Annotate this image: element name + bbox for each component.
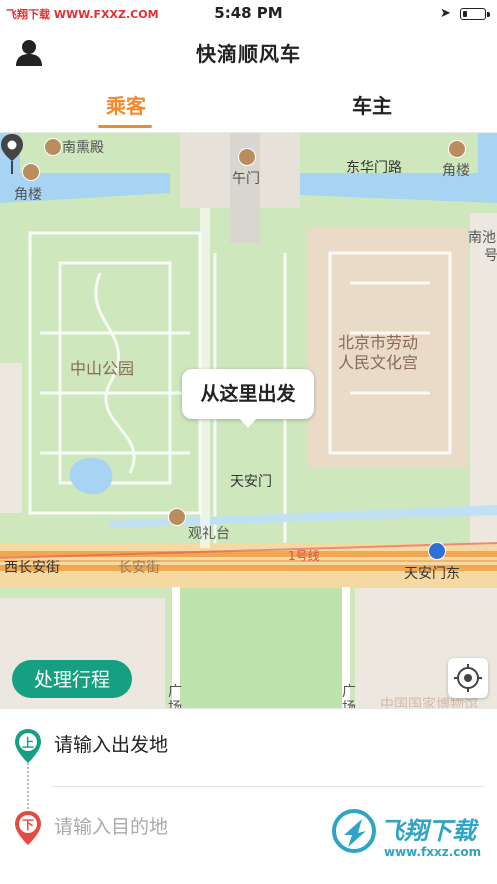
map-label-nanxundian: 南熏殿 (62, 140, 104, 156)
brand-watermark: 飞翔下载 www.fxxz.com (332, 805, 492, 873)
start-row: 上 (0, 713, 497, 775)
tab-passenger[interactable]: 乘客 (66, 90, 186, 119)
start-location-input[interactable] (52, 729, 436, 761)
page-title: 快滴顺风车 (196, 42, 301, 66)
process-trip-button[interactable]: 处理行程 (12, 660, 132, 698)
brand-name: 飞翔下载 (380, 817, 476, 845)
map-label-zhongshan-park: 中山公园 (70, 359, 135, 378)
status-bar: 飞翔下载 WWW.FXXZ.COM 5:48 PM ➤ (0, 0, 497, 28)
map-label-labor-palace-2: 人民文化宫 (338, 353, 419, 372)
trip-panel: 上 下 飞翔下载 www.fxxz.com (0, 708, 497, 884)
map-label-donghuamen-road: 东华门路 (346, 160, 402, 176)
nav-bar: 快滴顺风车 (0, 28, 497, 76)
locate-me-button[interactable] (448, 658, 488, 698)
start-marker-icon: 上 (15, 729, 41, 763)
landmark-icon (448, 140, 466, 158)
destination-marker-icon: 下 (15, 811, 41, 845)
map-label-wumen: 午门 (232, 171, 260, 187)
tab-driver[interactable]: 车主 (312, 90, 432, 119)
dest-badge-text: 下 (22, 818, 34, 832)
map-label-tiananmen-east: 天安门东 (404, 566, 460, 582)
brand-url: www.fxxz.com (384, 845, 482, 859)
landmark-icon (44, 138, 62, 156)
map-label-nanchi: 南池 (468, 230, 496, 246)
landmark-icon (168, 508, 186, 526)
crosshair-icon (454, 664, 482, 692)
landmark-icon (238, 148, 256, 166)
map-label-line1: 1号线 (288, 549, 320, 563)
battery-icon (460, 8, 490, 20)
map-label-jiaolou-right: 角楼 (442, 163, 470, 179)
landmark-icon (22, 163, 40, 181)
map-label-guanlitai: 观礼台 (188, 526, 230, 542)
map-label-hao: 号 (484, 248, 497, 264)
location-arrow-icon: ➤ (440, 6, 451, 21)
start-point-callout[interactable]: 从这里出发 (182, 369, 314, 428)
map-view[interactable]: 南熏殿 角楼 午门 东华门路 角楼 南池 号 北京市劳动 人民文化宫 中山公园 … (0, 133, 497, 710)
map-label-tiananmen: 天安门 (230, 474, 272, 490)
location-pin-icon (1, 134, 23, 174)
subway-station-icon (428, 542, 446, 560)
brand-logo-icon (332, 809, 376, 853)
role-tabs: 乘客 车主 (0, 76, 497, 133)
status-time: 5:48 PM (214, 4, 283, 22)
active-tab-indicator (98, 125, 152, 128)
start-badge-text: 上 (22, 735, 34, 750)
field-divider (52, 786, 484, 787)
map-label-jiaolou-left: 角楼 (14, 187, 42, 203)
map-label-west-changan: 西长安街 (4, 560, 60, 576)
map-label-changan-street: 长安街 (118, 560, 160, 576)
